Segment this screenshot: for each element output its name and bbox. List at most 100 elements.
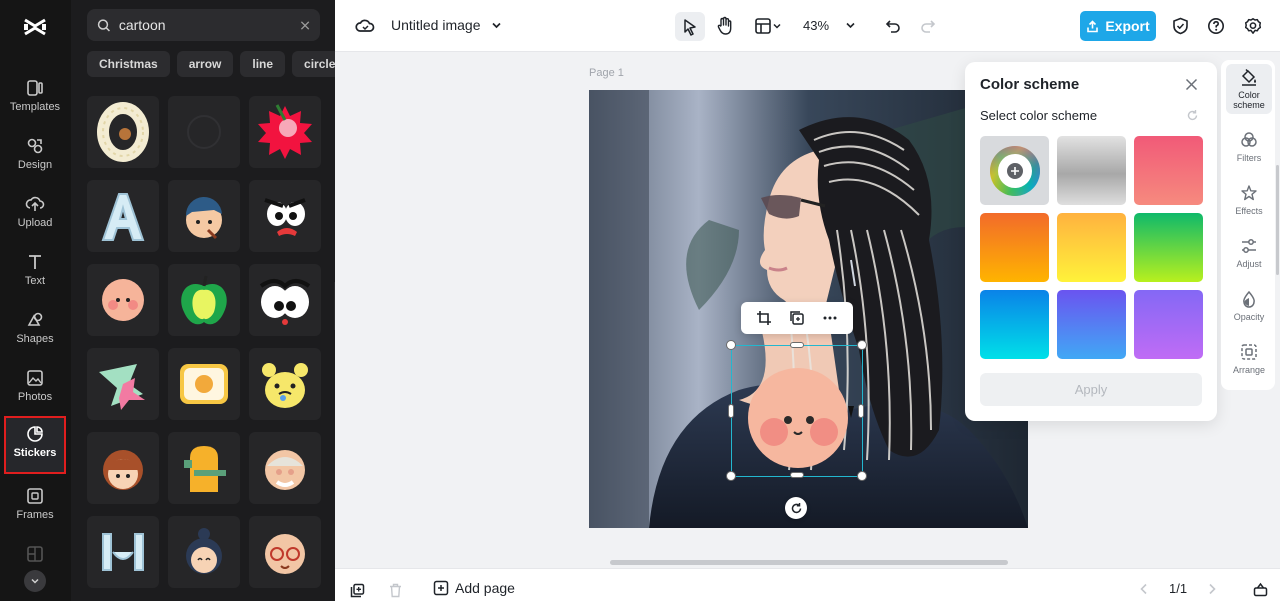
sticker-tile[interactable] <box>249 348 321 420</box>
apply-button[interactable]: Apply <box>980 373 1202 406</box>
color-wheel-icon <box>989 145 1040 196</box>
resize-handle[interactable] <box>857 471 867 481</box>
swatch-green[interactable] <box>1134 213 1203 282</box>
sticker-tile[interactable] <box>87 432 159 504</box>
rail-collapse-button[interactable] <box>24 570 46 592</box>
shield-button[interactable] <box>1170 16 1190 36</box>
letter-a-sticker <box>101 193 145 241</box>
layout-menu-button[interactable] <box>750 14 786 38</box>
prev-page-button[interactable] <box>1137 582 1151 596</box>
document-title[interactable]: Untitled image <box>391 17 502 33</box>
sticker-tile[interactable] <box>168 432 240 504</box>
resize-handle[interactable] <box>726 340 736 350</box>
selected-sticker[interactable] <box>726 340 867 481</box>
prop-color-scheme[interactable]: Color scheme <box>1226 64 1272 114</box>
close-button[interactable] <box>1185 78 1198 96</box>
swatch-purple[interactable] <box>1134 290 1203 359</box>
chip-arrow[interactable]: arrow <box>176 51 234 77</box>
sticker-tile[interactable] <box>249 180 321 252</box>
rail-item-more[interactable] <box>4 538 66 568</box>
glasses-face-sticker <box>265 534 305 574</box>
zoom-level[interactable]: 43% <box>803 18 829 33</box>
sticker-tile[interactable] <box>249 264 321 336</box>
resize-handle[interactable] <box>728 404 734 418</box>
swatch-yellow[interactable] <box>1057 213 1126 282</box>
swatch-orange[interactable] <box>980 213 1049 282</box>
sticker-tile[interactable] <box>87 348 159 420</box>
duplicate-page-button[interactable] <box>349 582 365 598</box>
clear-search-icon[interactable] <box>300 20 310 31</box>
swatch-blue[interactable] <box>1057 290 1126 359</box>
help-button[interactable] <box>1206 16 1226 36</box>
settings-button[interactable] <box>1243 16 1263 36</box>
resize-handle[interactable] <box>790 342 804 348</box>
vertical-scrollbar[interactable] <box>1276 165 1279 275</box>
sticker-tile[interactable] <box>249 516 321 588</box>
resize-handle[interactable] <box>858 404 864 418</box>
redo-button[interactable] <box>918 16 938 36</box>
prop-effects[interactable]: Effects <box>1226 175 1272 225</box>
chip-christmas[interactable]: Christmas <box>87 51 170 77</box>
rail-item-label: Photos <box>17 391 53 403</box>
sticker-tile[interactable] <box>168 180 240 252</box>
sticker-tile[interactable] <box>249 432 321 504</box>
swatch-cyan[interactable] <box>980 290 1049 359</box>
add-page-button[interactable]: Add page <box>433 580 515 596</box>
pages-panel-button[interactable] <box>1252 581 1268 597</box>
chevron-left-icon <box>1140 583 1147 595</box>
search-icon <box>97 18 110 32</box>
resize-handle[interactable] <box>790 472 804 478</box>
rail-item-upload[interactable]: Upload <box>4 188 66 240</box>
prop-arrange[interactable]: Arrange <box>1226 334 1272 384</box>
search-input[interactable] <box>118 17 300 33</box>
duplicate-icon[interactable] <box>789 310 805 326</box>
resize-handle[interactable] <box>857 340 867 350</box>
sticker-tile[interactable] <box>87 516 159 588</box>
trash-icon <box>389 583 401 597</box>
sticker-tile[interactable] <box>168 348 240 420</box>
rail-item-design[interactable]: Design <box>4 130 66 182</box>
zoom-dropdown[interactable] <box>843 18 857 32</box>
rail-item-stickers[interactable]: Stickers <box>4 416 66 474</box>
shield-icon <box>1172 17 1188 35</box>
rail-item-text[interactable]: Text <box>4 246 66 298</box>
sticker-tile[interactable] <box>168 264 240 336</box>
arrange-icon <box>1241 344 1257 360</box>
sticker-tile[interactable] <box>168 96 240 168</box>
effects-icon <box>1241 185 1257 201</box>
next-page-button[interactable] <box>1205 582 1219 596</box>
capcut-logo-icon[interactable] <box>22 14 48 40</box>
prop-filters[interactable]: Filters <box>1226 122 1272 172</box>
swatch-pink[interactable] <box>1134 136 1203 205</box>
undo-button[interactable] <box>883 16 903 36</box>
select-tool-button[interactable] <box>675 12 705 41</box>
rail-item-shapes[interactable]: Shapes <box>4 304 66 356</box>
prop-adjust[interactable]: Adjust <box>1226 228 1272 278</box>
sticker-tile[interactable] <box>87 264 159 336</box>
sticker-tile[interactable] <box>249 96 321 168</box>
export-button[interactable]: Export <box>1080 11 1156 41</box>
prop-opacity[interactable]: Opacity <box>1226 281 1272 331</box>
rotate-handle[interactable] <box>785 497 807 519</box>
sticker-tile[interactable] <box>87 96 159 168</box>
rail-item-frames[interactable]: Frames <box>4 480 66 532</box>
horizontal-scrollbar[interactable] <box>610 560 1008 565</box>
prop-label: Effects <box>1235 206 1263 216</box>
resize-handle[interactable] <box>726 471 736 481</box>
rail-item-templates[interactable]: Templates <box>4 72 66 124</box>
reset-button[interactable] <box>1186 109 1199 127</box>
robot-tag-sticker <box>184 446 226 492</box>
crop-icon[interactable] <box>756 310 772 326</box>
sticker-tile[interactable] <box>168 516 240 588</box>
sticker-tile[interactable] <box>87 180 159 252</box>
chip-line[interactable]: line <box>240 51 286 77</box>
rail-item-photos[interactable]: Photos <box>4 362 66 414</box>
hand-tool-button[interactable] <box>713 14 737 38</box>
cloud-save-icon[interactable] <box>355 16 375 36</box>
prop-label: Arrange <box>1232 365 1266 375</box>
chip-circle[interactable]: circle <box>292 51 335 77</box>
more-icon[interactable] <box>822 310 838 326</box>
delete-page-button[interactable] <box>387 582 403 598</box>
swatch-gray[interactable] <box>1057 136 1126 205</box>
swatch-custom[interactable] <box>980 136 1049 205</box>
